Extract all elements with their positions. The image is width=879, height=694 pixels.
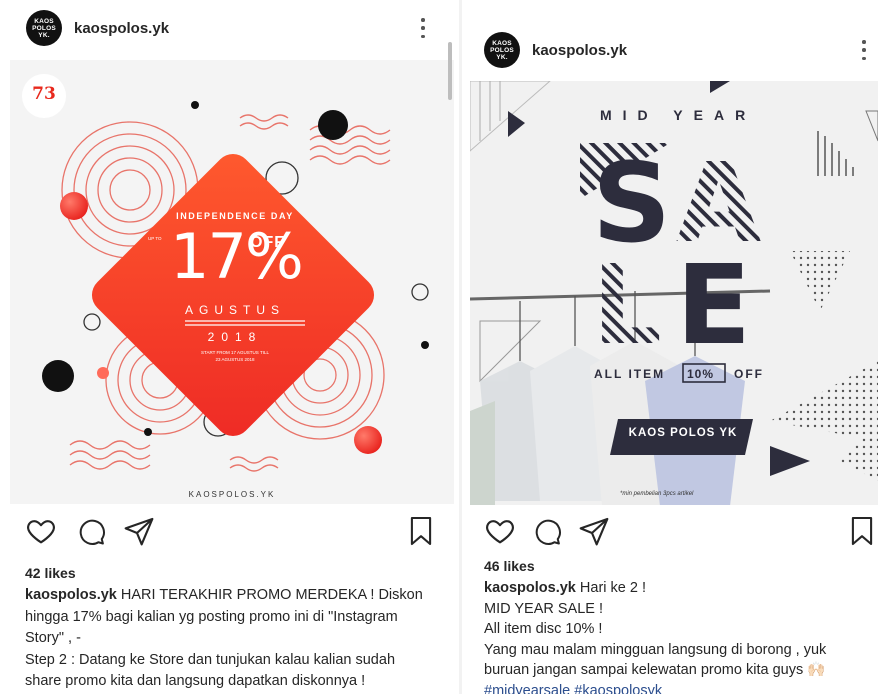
username[interactable]: kaospolos.yk bbox=[532, 42, 627, 59]
avatar-text: KAOS bbox=[34, 17, 54, 25]
hashtags-link[interactable]: #midyearsale #kaospolosyk bbox=[484, 681, 874, 694]
year-label: 2018 bbox=[207, 330, 263, 344]
badge-logo: 73 bbox=[32, 84, 56, 104]
percent-label: 10% bbox=[687, 367, 715, 381]
post-card: KAOS POLOS YK. kaospolos.yk bbox=[462, 0, 879, 694]
caption-line: Story" , - bbox=[25, 630, 81, 646]
caption-line: Yang mau malam mingguan langsung di boro… bbox=[484, 641, 827, 658]
post-header: KAOS POLOS YK. kaospolos.yk bbox=[0, 0, 460, 56]
avatar-text: YK. bbox=[496, 53, 508, 61]
fine-print: 23 AGUSTUS 2018 bbox=[215, 357, 255, 362]
bookmark-icon[interactable] bbox=[849, 515, 875, 552]
caption-line: buruan jangan sampai kelewatan promo kit… bbox=[484, 662, 826, 678]
post-image[interactable]: S A L E MID YEAR ALL ITEM 10% OFF KAOS P… bbox=[470, 81, 878, 505]
more-options-icon[interactable] bbox=[420, 18, 426, 38]
action-bar bbox=[0, 515, 460, 555]
likes-count[interactable]: 46 likes bbox=[484, 558, 535, 574]
month-label: AGUSTUS bbox=[184, 303, 285, 317]
scrollbar[interactable] bbox=[448, 42, 452, 100]
fine-print: *min pembelian 3pcs artikel bbox=[620, 491, 694, 497]
caption-line: Hari ke 2 ! bbox=[579, 580, 646, 596]
brand-watermark: KAOSPOLOS.YK bbox=[188, 490, 276, 499]
caption-line: Step 2 : Datang ke Store dan tunjukan ka… bbox=[25, 651, 396, 668]
shop-button: KAOS POLOS YK bbox=[628, 427, 738, 439]
avatar-text: YK. bbox=[38, 31, 50, 39]
off-label: OFF bbox=[734, 367, 764, 381]
avatar-text: POLOS bbox=[32, 24, 56, 32]
all-item-label: ALL ITEM bbox=[594, 367, 666, 381]
avatar-text: KAOS bbox=[492, 39, 512, 47]
svg-text:E: E bbox=[676, 241, 751, 369]
headline: MID YEAR bbox=[600, 107, 757, 123]
promo-artwork: S A L E bbox=[470, 81, 878, 505]
comment-icon[interactable] bbox=[76, 515, 106, 552]
up-to-label: UP TO bbox=[148, 236, 162, 241]
caption-username[interactable]: kaospolos.yk bbox=[25, 587, 117, 603]
caption-line: All item disc 10% ! bbox=[484, 621, 603, 637]
post-image[interactable]: 73 INDEPENDENCE DAY UP TO 17% OFF AGUSTU… bbox=[10, 60, 454, 504]
caption-line: MID YEAR SALE ! bbox=[484, 600, 603, 617]
caption-username[interactable]: kaospolos.yk bbox=[484, 580, 576, 596]
share-icon[interactable] bbox=[123, 515, 155, 552]
avatar[interactable]: KAOS POLOS YK. bbox=[26, 10, 62, 46]
post-header: KAOS POLOS YK. kaospolos.yk bbox=[462, 22, 879, 78]
caption-line: hingga 17% bagi kalian yg posting promo … bbox=[25, 608, 398, 625]
action-bar bbox=[462, 515, 879, 555]
more-options-icon[interactable] bbox=[861, 40, 867, 60]
post-caption: kaospolos.yk HARI TERAKHIR PROMO MERDEKA… bbox=[25, 585, 445, 693]
svg-text:L: L bbox=[592, 241, 662, 369]
share-icon[interactable] bbox=[578, 515, 610, 552]
post-card: KAOS POLOS YK. kaospolos.yk bbox=[0, 0, 460, 694]
comment-icon[interactable] bbox=[532, 515, 562, 552]
caption-line: HARI TERAKHIR PROMO MERDEKA ! Diskon bbox=[120, 587, 423, 603]
post-caption: kaospolos.yk Hari ke 2 ! MID YEAR SALE !… bbox=[484, 578, 874, 694]
caption-line: share promo kita dan langsung dapatkan d… bbox=[25, 673, 366, 689]
username[interactable]: kaospolos.yk bbox=[74, 20, 169, 37]
avatar-text: POLOS bbox=[490, 46, 514, 54]
bookmark-icon[interactable] bbox=[408, 515, 434, 552]
off-label: OFF bbox=[250, 234, 285, 251]
likes-count[interactable]: 42 likes bbox=[25, 565, 76, 581]
avatar[interactable]: KAOS POLOS YK. bbox=[484, 32, 520, 68]
heart-icon[interactable] bbox=[25, 515, 57, 552]
fine-print: START FROM 17 AGUSTUS TILL bbox=[201, 350, 269, 355]
heart-icon[interactable] bbox=[484, 515, 516, 552]
